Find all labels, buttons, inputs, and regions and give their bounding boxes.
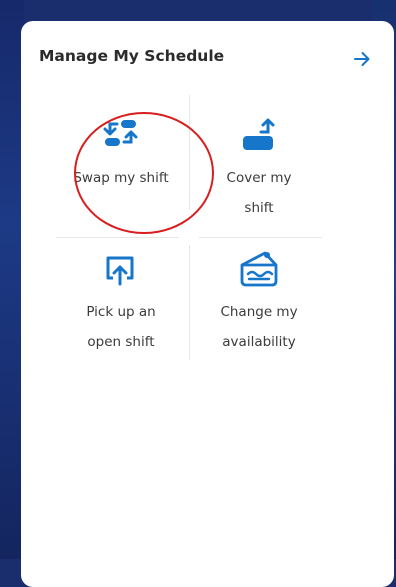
calendar-availability-icon bbox=[236, 247, 282, 291]
change-availability-label: Change my availability bbox=[220, 304, 298, 350]
grid-divider-horizontal bbox=[199, 237, 322, 238]
schedule-actions-grid: Swap my shift Cover my shift Pick up an … bbox=[56, 95, 322, 365]
change-availability-button[interactable]: Change my availability bbox=[194, 247, 324, 357]
cover-shift-button[interactable]: Cover my shift bbox=[194, 113, 324, 223]
swap-shift-icon bbox=[98, 113, 144, 157]
swap-shift-label: Swap my shift bbox=[73, 170, 169, 186]
card-title: Manage My Schedule bbox=[39, 47, 225, 65]
pickup-shift-label: Pick up an open shift bbox=[86, 304, 156, 350]
pickup-shift-button[interactable]: Pick up an open shift bbox=[56, 247, 186, 357]
swap-shift-button[interactable]: Swap my shift bbox=[56, 113, 186, 193]
cover-shift-label: Cover my shift bbox=[226, 170, 292, 216]
arrow-right-icon[interactable] bbox=[350, 47, 374, 71]
pickup-shift-icon bbox=[98, 247, 144, 291]
cover-shift-icon bbox=[236, 113, 282, 157]
card-header: Manage My Schedule bbox=[39, 47, 374, 71]
grid-divider-vertical bbox=[189, 245, 190, 360]
grid-divider-horizontal bbox=[56, 237, 179, 238]
grid-divider-vertical bbox=[189, 95, 190, 210]
